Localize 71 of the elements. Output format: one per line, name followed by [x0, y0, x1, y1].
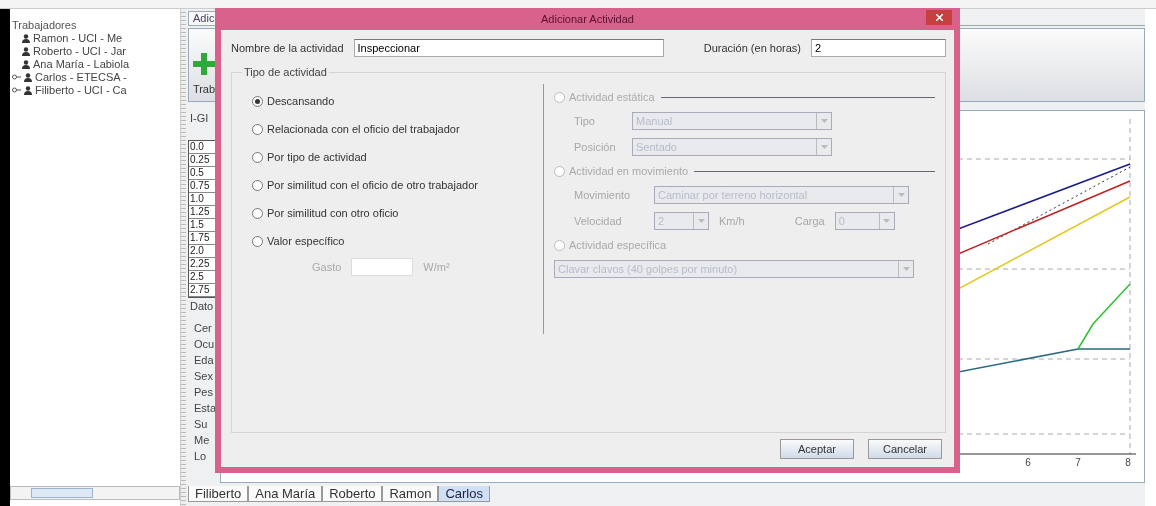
- caret-icon: [697, 219, 705, 223]
- axis-tick-label: 8: [1125, 457, 1131, 468]
- field-label: Cer: [193, 322, 213, 334]
- add-icon[interactable]: [193, 53, 215, 75]
- radio-option[interactable]: Por similitud con otro oficio: [252, 206, 527, 220]
- field-label: Duración (en horas): [703, 42, 801, 54]
- field-label: Lo: [193, 450, 208, 462]
- radio-button[interactable]: [252, 179, 263, 191]
- expand-handle-icon[interactable]: [12, 74, 21, 80]
- group-title: Tipo de actividad: [243, 66, 328, 78]
- toolbar-button-label[interactable]: Trab: [192, 83, 216, 95]
- input-field[interactable]: Inspeccionar: [353, 39, 664, 57]
- unit-label: Km/h: [719, 215, 745, 227]
- tree-item[interactable]: Ramon - UCI - Me: [33, 32, 123, 44]
- person-icon: [24, 72, 32, 82]
- group-title: Dato: [189, 299, 215, 314]
- tree-item[interactable]: Roberto - UCI - Jar: [33, 45, 126, 57]
- person-icon: [22, 33, 30, 43]
- field-label: Su: [193, 418, 209, 430]
- tab[interactable]: Filiberto: [188, 486, 249, 502]
- scrollbar[interactable]: [10, 486, 180, 500]
- tab[interactable]: Carlos: [438, 486, 490, 502]
- radio-option[interactable]: Descansando: [252, 94, 527, 108]
- field-label: Esta: [193, 402, 217, 414]
- radio-option[interactable]: Por similitud con el oficio de otro trabajador: [252, 178, 527, 192]
- radio-option[interactable]: Por tipo de actividad: [252, 150, 527, 164]
- field-label: Carga: [794, 215, 825, 227]
- expand-handle-icon[interactable]: [12, 87, 21, 93]
- radio-option[interactable]: Relacionada con el oficio del trabajador: [252, 122, 527, 136]
- field-label: Movimiento: [574, 189, 632, 201]
- caret-icon: [883, 219, 891, 223]
- tab[interactable]: Ana María: [248, 486, 323, 502]
- dialog-button[interactable]: Aceptar: [780, 439, 854, 459]
- field-label: Posición: [574, 141, 617, 153]
- field-label: Nombre de la actividad: [231, 42, 344, 54]
- axis-tick-label: 7: [1075, 457, 1081, 468]
- radio-button[interactable]: [252, 95, 263, 107]
- field-label: Sex: [193, 370, 214, 382]
- field-label: Pes: [193, 386, 214, 398]
- tree-item[interactable]: Carlos - ETECSA -: [35, 71, 127, 83]
- dialog-button[interactable]: Cancelar: [868, 439, 942, 459]
- radio-option[interactable]: Valor específico: [252, 234, 527, 248]
- tree-item[interactable]: Ana María - Labiola: [33, 58, 129, 70]
- panel-title: I-GI: [189, 111, 210, 126]
- radio-button[interactable]: [252, 235, 263, 247]
- caret-icon: [897, 193, 905, 197]
- tab[interactable]: Ramon: [382, 486, 439, 502]
- field-label: Velocidad: [574, 215, 623, 227]
- input-field[interactable]: 2: [811, 39, 946, 57]
- caret-icon: [902, 267, 910, 271]
- radio-button[interactable]: [252, 123, 263, 135]
- person-icon: [24, 85, 32, 95]
- axis-tick-label: 6: [1025, 457, 1031, 468]
- caret-icon: [820, 119, 828, 123]
- tree-root[interactable]: Trabajadores: [12, 19, 180, 31]
- person-icon: [22, 46, 30, 56]
- window-title: Adicionar Actividad: [541, 13, 634, 25]
- field-label: Ocu: [193, 338, 216, 350]
- caret-icon: [820, 145, 828, 149]
- radio-button[interactable]: [252, 151, 263, 163]
- person-icon: [22, 59, 30, 69]
- close-icon: [935, 14, 943, 21]
- field-label: Gasto: [312, 261, 342, 273]
- field-label: Tipo: [574, 115, 596, 127]
- field-label: Eda: [193, 354, 215, 366]
- close-button[interactable]: [926, 10, 952, 25]
- tree-item[interactable]: Filiberto - UCI - Ca: [35, 84, 127, 96]
- unit-label: W/m²: [423, 261, 450, 273]
- radio-button[interactable]: [252, 207, 263, 219]
- tab[interactable]: Roberto: [322, 486, 383, 502]
- field-label: Me: [193, 434, 211, 446]
